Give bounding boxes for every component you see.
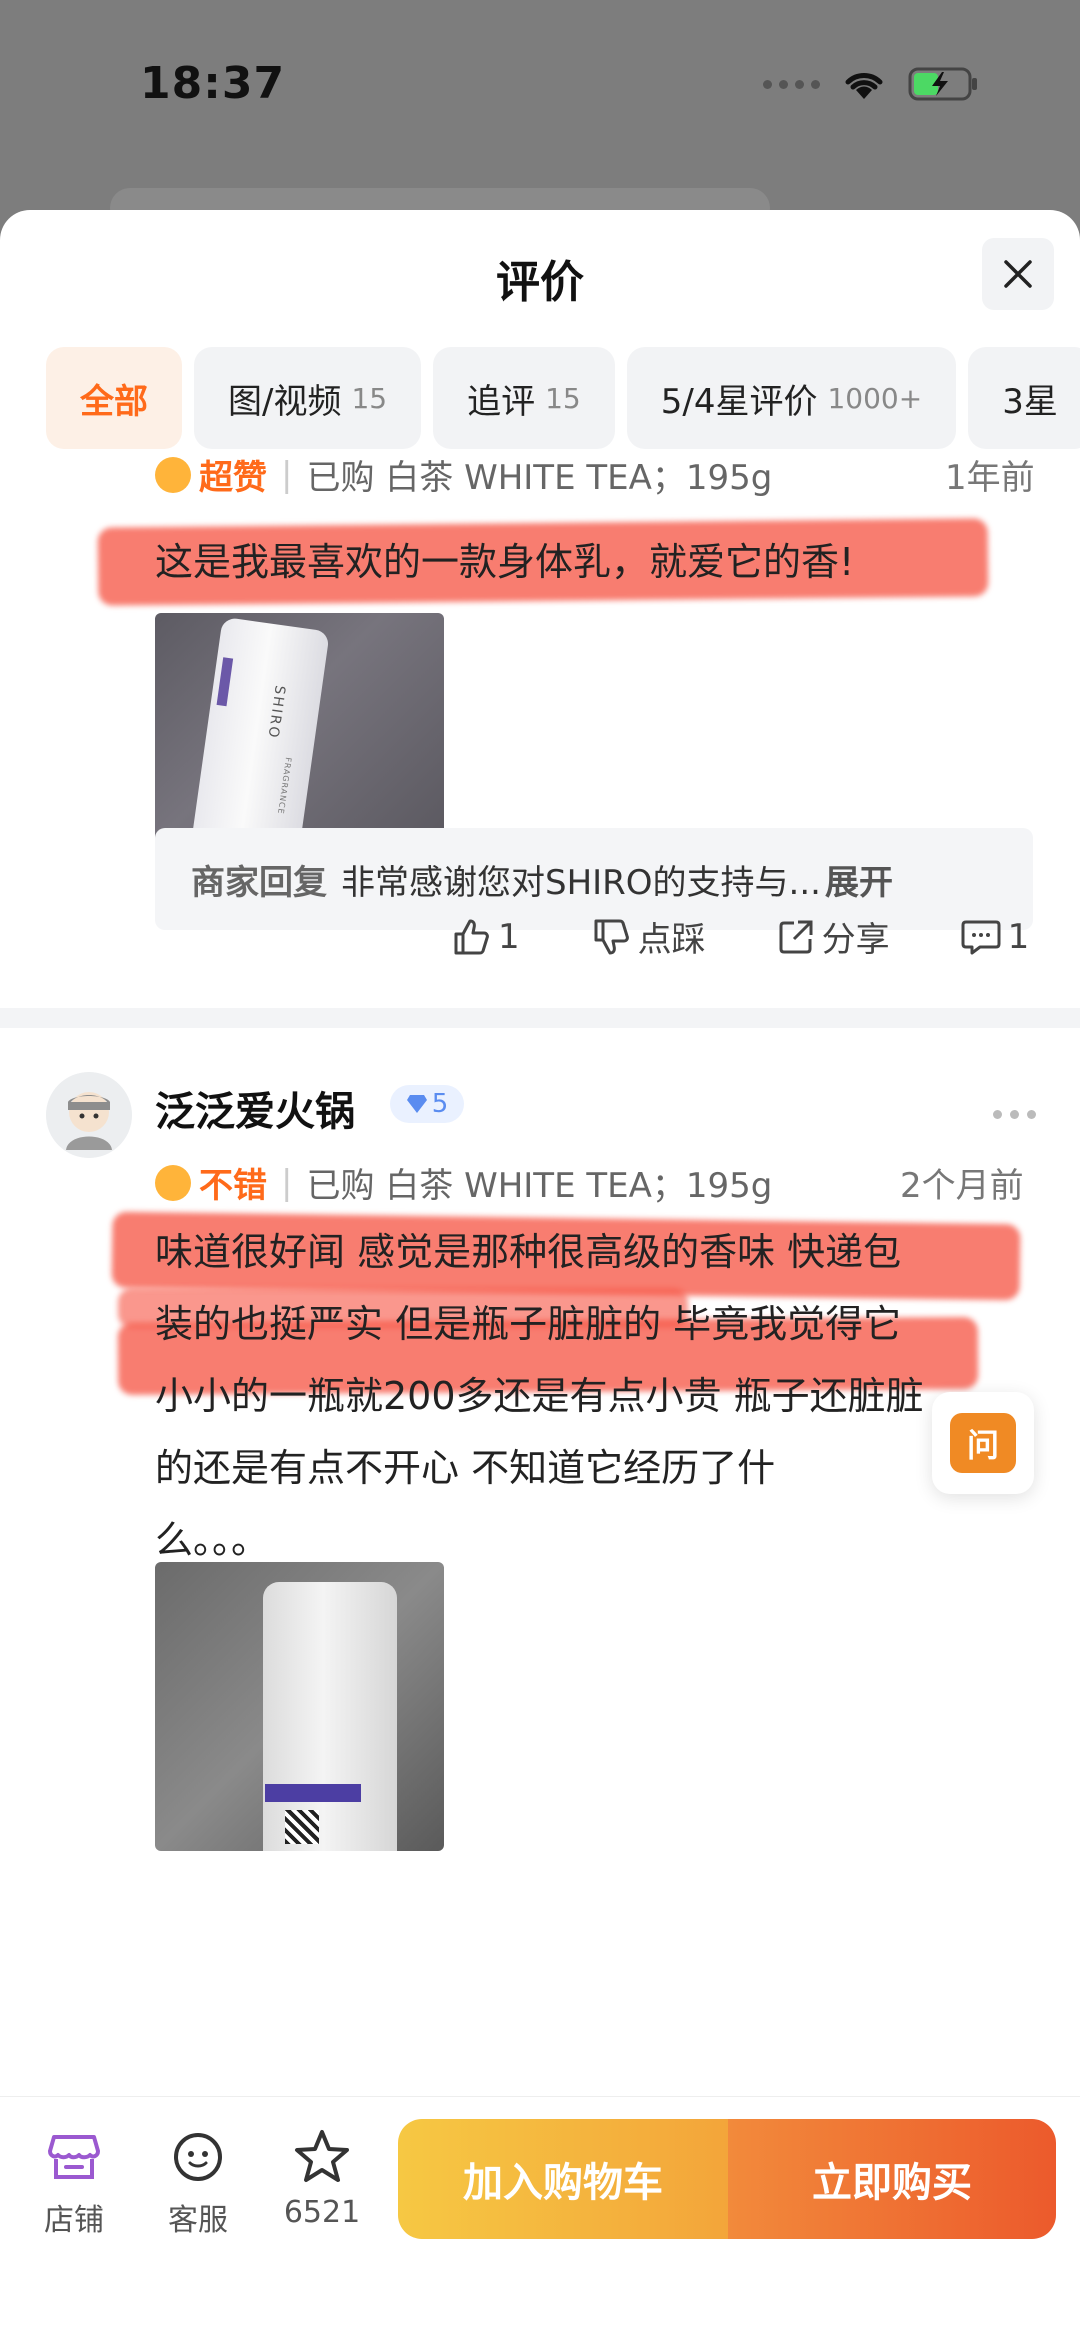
sheet-header: 评价 xyxy=(0,210,1080,345)
buy-now-button[interactable]: 立即购买 xyxy=(728,2119,1056,2239)
shop-icon xyxy=(48,2135,100,2179)
sheet-title: 评价 xyxy=(496,257,584,308)
comment-icon xyxy=(961,920,1001,954)
merchant-reply-text: 非常感谢您对SHIRO的支持与... xyxy=(341,862,821,903)
user-level-badge: 5 xyxy=(390,1085,464,1123)
shop-button[interactable]: 店铺 xyxy=(24,2125,124,2239)
avatar[interactable] xyxy=(46,1072,132,1158)
tab-all[interactable]: 全部 xyxy=(46,347,182,449)
ask-question-button[interactable]: 问 xyxy=(932,1392,1034,1494)
username[interactable]: 泛泛爱火锅 xyxy=(155,1079,355,1137)
status-time: 18:37 xyxy=(140,58,286,109)
review-text: 味道很好闻 感觉是那种很高级的香味 快递包 装的也挺严实 但是瓶子脏脏的 毕竟我… xyxy=(155,1230,924,1562)
rating-label: 超赞 xyxy=(199,458,267,498)
filter-tabs: 全部 图/视频 15 追评 15 5/4星评价 1000+ 3星 xyxy=(46,347,1080,449)
bottom-action-bar: 店铺 客服 6521 加入购物车 立即购买 xyxy=(0,2096,1080,2348)
close-button[interactable] xyxy=(982,238,1054,310)
review-divider xyxy=(0,1008,1080,1028)
review-actions: 1 点踩 分享 1 xyxy=(450,912,1029,961)
rating-label: 不错 xyxy=(199,1166,267,1206)
status-icons xyxy=(763,66,980,102)
close-icon xyxy=(1004,260,1032,288)
favorite-button[interactable]: 6521 xyxy=(272,2125,372,2230)
wifi-icon xyxy=(842,67,886,101)
thumbs-down-icon xyxy=(594,919,629,954)
diamond-icon xyxy=(406,1095,427,1113)
comment-button[interactable]: 1 xyxy=(960,917,1029,957)
tab-5-4-star[interactable]: 5/4星评价 1000+ xyxy=(626,347,957,449)
review-time: 1年前 xyxy=(945,458,1035,498)
tab-3-star[interactable]: 3星 xyxy=(968,347,1080,449)
review-text: 这是我最喜欢的一款身体乳，就爱它的香! xyxy=(155,540,855,584)
qr-code-icon xyxy=(285,1810,319,1844)
service-icon xyxy=(174,2133,222,2181)
review-sheet: 评价 全部 图/视频 15 追评 15 5/4星评价 1000+ 3星 超赞 | 已购… xyxy=(0,210,1080,2348)
review-meta: 超赞 | 已购 白茶 WHITE TEA；195g 1年前 xyxy=(155,450,1035,499)
status-bar: 18:37 xyxy=(0,0,1080,180)
rating-face-icon xyxy=(155,1164,191,1201)
dislike-button[interactable]: 点踩 xyxy=(590,912,706,961)
product-bottle xyxy=(263,1582,397,1851)
add-to-cart-button[interactable]: 加入购物车 xyxy=(398,2119,728,2239)
star-icon xyxy=(295,2130,349,2182)
bottle-brand: SHIRO xyxy=(264,684,288,741)
purchased-variant: 已购 白茶 WHITE TEA；195g xyxy=(306,1166,773,1206)
purchased-variant: 已购 白茶 WHITE TEA；195g xyxy=(306,458,773,498)
share-button[interactable]: 分享 xyxy=(776,912,890,961)
review-time: 2个月前 xyxy=(900,1166,1024,1206)
battery-icon xyxy=(908,66,980,102)
question-icon: 问 xyxy=(950,1413,1016,1473)
more-options-icon[interactable] xyxy=(993,1110,1036,1119)
signal-icon xyxy=(763,79,820,89)
thumbs-up-icon xyxy=(454,919,489,954)
bottle-sub: FRAGRANCE xyxy=(275,756,293,816)
rating-face-icon xyxy=(155,456,191,493)
tab-photo-video[interactable]: 图/视频 15 xyxy=(194,347,422,449)
avatar-image xyxy=(46,1072,132,1158)
review-list[interactable]: 超赞 | 已购 白茶 WHITE TEA；195g 1年前 这是我最喜欢的一款身… xyxy=(0,450,1080,2298)
like-button[interactable]: 1 xyxy=(450,916,520,958)
expand-link[interactable]: 展开 xyxy=(825,855,893,904)
customer-service-button[interactable]: 客服 xyxy=(148,2125,248,2239)
merchant-reply-label: 商家回复 xyxy=(191,862,327,903)
tab-follow-up[interactable]: 追评 15 xyxy=(433,347,615,449)
review-photo[interactable] xyxy=(155,1562,444,1851)
review-meta: 不错 | 已购 白茶 WHITE TEA；195g 2个月前 xyxy=(155,1158,1024,1207)
share-icon xyxy=(779,920,813,953)
